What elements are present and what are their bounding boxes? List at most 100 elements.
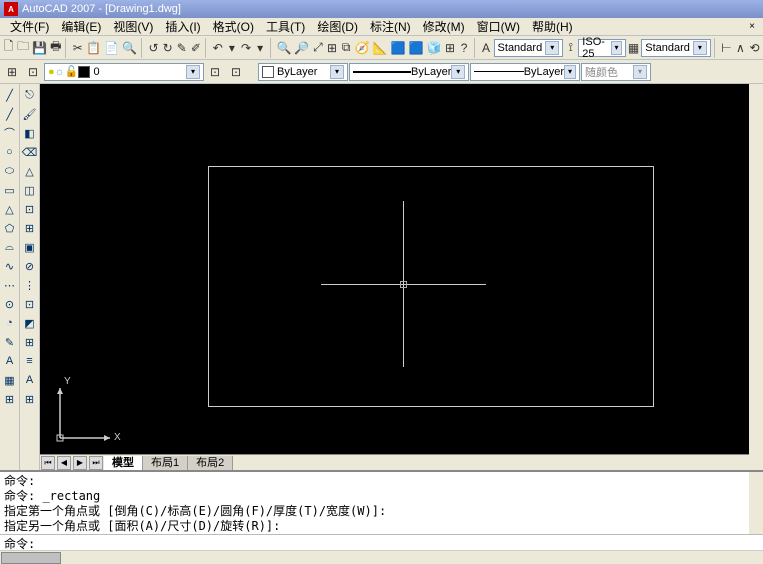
layer-match-icon[interactable]: ⊡ xyxy=(205,62,225,82)
break-icon[interactable]: ⊡ xyxy=(21,295,39,313)
redo-dropdown-icon[interactable]: ▾ xyxy=(254,38,267,58)
menu-view[interactable]: 视图(V) xyxy=(107,18,159,35)
menu-window[interactable]: 窗口(W) xyxy=(471,18,526,35)
menu-tools[interactable]: 工具(T) xyxy=(260,18,311,35)
polyline-icon[interactable]: ⬠ xyxy=(1,219,19,237)
undo2-icon[interactable]: ↶ xyxy=(211,38,224,58)
print-icon[interactable]: 🖶 xyxy=(49,38,62,58)
cut-icon[interactable]: ✂ xyxy=(71,38,84,58)
hatch-icon[interactable]: ✎ xyxy=(1,333,19,351)
erase-icon[interactable]: ⎋ xyxy=(21,86,39,104)
redo2-icon[interactable]: ↷ xyxy=(239,38,252,58)
ellipse-icon[interactable]: ⬭ xyxy=(1,162,19,180)
color-combo[interactable]: ByLayer ▾ xyxy=(258,63,348,81)
named-views-icon[interactable]: ⧉ xyxy=(340,38,353,58)
region-icon[interactable]: ⊞ xyxy=(1,390,19,408)
circle-icon[interactable]: ○ xyxy=(1,143,19,161)
array-icon[interactable]: △ xyxy=(21,162,39,180)
line-icon[interactable]: ╱ xyxy=(1,86,19,104)
donut-icon[interactable]: ⊙ xyxy=(1,295,19,313)
menu-file[interactable]: 文件(F) xyxy=(4,18,55,35)
grid-icon[interactable]: 📐 xyxy=(372,38,389,58)
dim-linear-icon[interactable]: ⊢ xyxy=(720,38,733,58)
stretch-icon[interactable]: ▣ xyxy=(21,238,39,256)
menu-help[interactable]: 帮助(H) xyxy=(526,18,579,35)
menu-modify[interactable]: 修改(M) xyxy=(417,18,471,35)
xline-icon[interactable]: ╱ xyxy=(1,105,19,123)
copy-icon[interactable]: 🖌 xyxy=(21,105,39,123)
save-icon[interactable]: 💾 xyxy=(31,38,48,58)
mdi-close-button[interactable]: × xyxy=(745,20,759,34)
command-scrollbar-vertical[interactable] xyxy=(749,472,763,534)
command-scrollbar-horizontal[interactable] xyxy=(0,550,763,564)
paste-icon[interactable]: 📄 xyxy=(103,38,120,58)
menu-format[interactable]: 格式(O) xyxy=(207,18,260,35)
canvas-scrollbar-vertical[interactable] xyxy=(749,84,763,470)
block-icon[interactable]: 🧊 xyxy=(425,38,442,58)
table-style-combo[interactable]: Standard ▾ xyxy=(641,39,711,57)
pencil-icon[interactable]: ✐ xyxy=(189,38,202,58)
text-style-combo[interactable]: Standard ▾ xyxy=(494,39,564,57)
table-style-icon[interactable]: ▦ xyxy=(627,38,640,58)
table-icon[interactable]: ⊞ xyxy=(443,38,456,58)
palette2-icon[interactable]: 🟦 xyxy=(408,38,425,58)
tab-nav-last-icon[interactable]: ⏭ xyxy=(89,456,103,470)
props-icon[interactable]: ⊞ xyxy=(21,390,39,408)
tab-layout1[interactable]: 布局1 xyxy=(143,456,188,470)
spline-icon[interactable]: ∿ xyxy=(1,257,19,275)
open-icon[interactable]: 🗀 xyxy=(16,38,30,58)
tab-nav-next-icon[interactable]: ▶ xyxy=(73,456,87,470)
text-icon[interactable]: A xyxy=(1,352,19,370)
text-a-icon[interactable]: A xyxy=(21,371,39,389)
redo-icon[interactable]: ↻ xyxy=(161,38,174,58)
arc-icon[interactable]: ⌒ xyxy=(1,124,19,142)
new-icon[interactable]: 🗋 xyxy=(2,38,15,58)
revcloud-icon[interactable]: ⌓ xyxy=(1,238,19,256)
command-input[interactable] xyxy=(39,535,763,550)
layer-prev-icon[interactable]: ⊡ xyxy=(226,62,246,82)
explode-icon[interactable]: ≡ xyxy=(21,352,39,370)
menu-dimension[interactable]: 标注(N) xyxy=(364,18,417,35)
linetype-combo[interactable]: ByLayer ▾ xyxy=(349,63,469,81)
zoom-window-icon[interactable]: 🔎 xyxy=(293,38,310,58)
zoom-realtime-icon[interactable]: 🔍 xyxy=(275,38,292,58)
fillet-icon[interactable]: ⊞ xyxy=(21,333,39,351)
point-icon[interactable]: ⋯ xyxy=(1,276,19,294)
scale-icon[interactable]: ⊞ xyxy=(21,219,39,237)
undo-icon[interactable]: ↺ xyxy=(147,38,160,58)
rotate-icon[interactable]: ⊡ xyxy=(21,200,39,218)
chamfer-icon[interactable]: ◩ xyxy=(21,314,39,332)
match-icon[interactable]: 🔍 xyxy=(121,38,138,58)
help-icon[interactable]: ? xyxy=(458,38,471,58)
extend-icon[interactable]: ⋮ xyxy=(21,276,39,294)
trim-icon[interactable]: ⊘ xyxy=(21,257,39,275)
orbit-icon[interactable]: 🧭 xyxy=(354,38,371,58)
eraser-icon[interactable]: ✎ xyxy=(175,38,188,58)
dim-aligned-icon[interactable]: ∧ xyxy=(734,38,747,58)
undo-dropdown-icon[interactable]: ▾ xyxy=(225,38,238,58)
layer-props-icon[interactable]: ⊞ xyxy=(2,62,22,82)
dim-style-combo[interactable]: ISO-25 ▾ xyxy=(578,39,626,57)
rectangle-icon[interactable]: ▭ xyxy=(1,181,19,199)
plotstyle-combo[interactable]: 随颜色 ▾ xyxy=(581,63,651,81)
menu-edit[interactable]: 编辑(E) xyxy=(55,18,107,35)
mirror-icon[interactable]: ◧ xyxy=(21,124,39,142)
pan-icon[interactable]: ⊞ xyxy=(325,38,338,58)
tab-model[interactable]: 模型 xyxy=(104,456,143,470)
offset-icon[interactable]: ⌫ xyxy=(21,143,39,161)
dim-arc-icon[interactable]: ⟲ xyxy=(748,38,761,58)
tab-layout2[interactable]: 布局2 xyxy=(188,456,233,470)
menu-insert[interactable]: 插入(I) xyxy=(159,18,206,35)
table-icon[interactable]: ▦ xyxy=(1,371,19,389)
zoom-previous-icon[interactable]: ⤢ xyxy=(311,38,324,58)
scrollbar-thumb[interactable] xyxy=(1,552,61,564)
dim-style-icon[interactable]: ⟟ xyxy=(564,38,577,58)
layer-combo[interactable]: ● ☼ 🔓 0 ▾ xyxy=(44,63,204,81)
layer-filter-icon[interactable]: ⊡ xyxy=(23,62,43,82)
drawing-canvas[interactable]: X Y xyxy=(40,84,749,454)
move-icon[interactable]: ◫ xyxy=(21,181,39,199)
block-icon[interactable]: ◔ xyxy=(1,314,19,332)
lineweight-combo[interactable]: ByLayer ▾ xyxy=(470,63,580,81)
copy-icon[interactable]: 📋 xyxy=(85,38,102,58)
tab-nav-first-icon[interactable]: ⏮ xyxy=(41,456,55,470)
